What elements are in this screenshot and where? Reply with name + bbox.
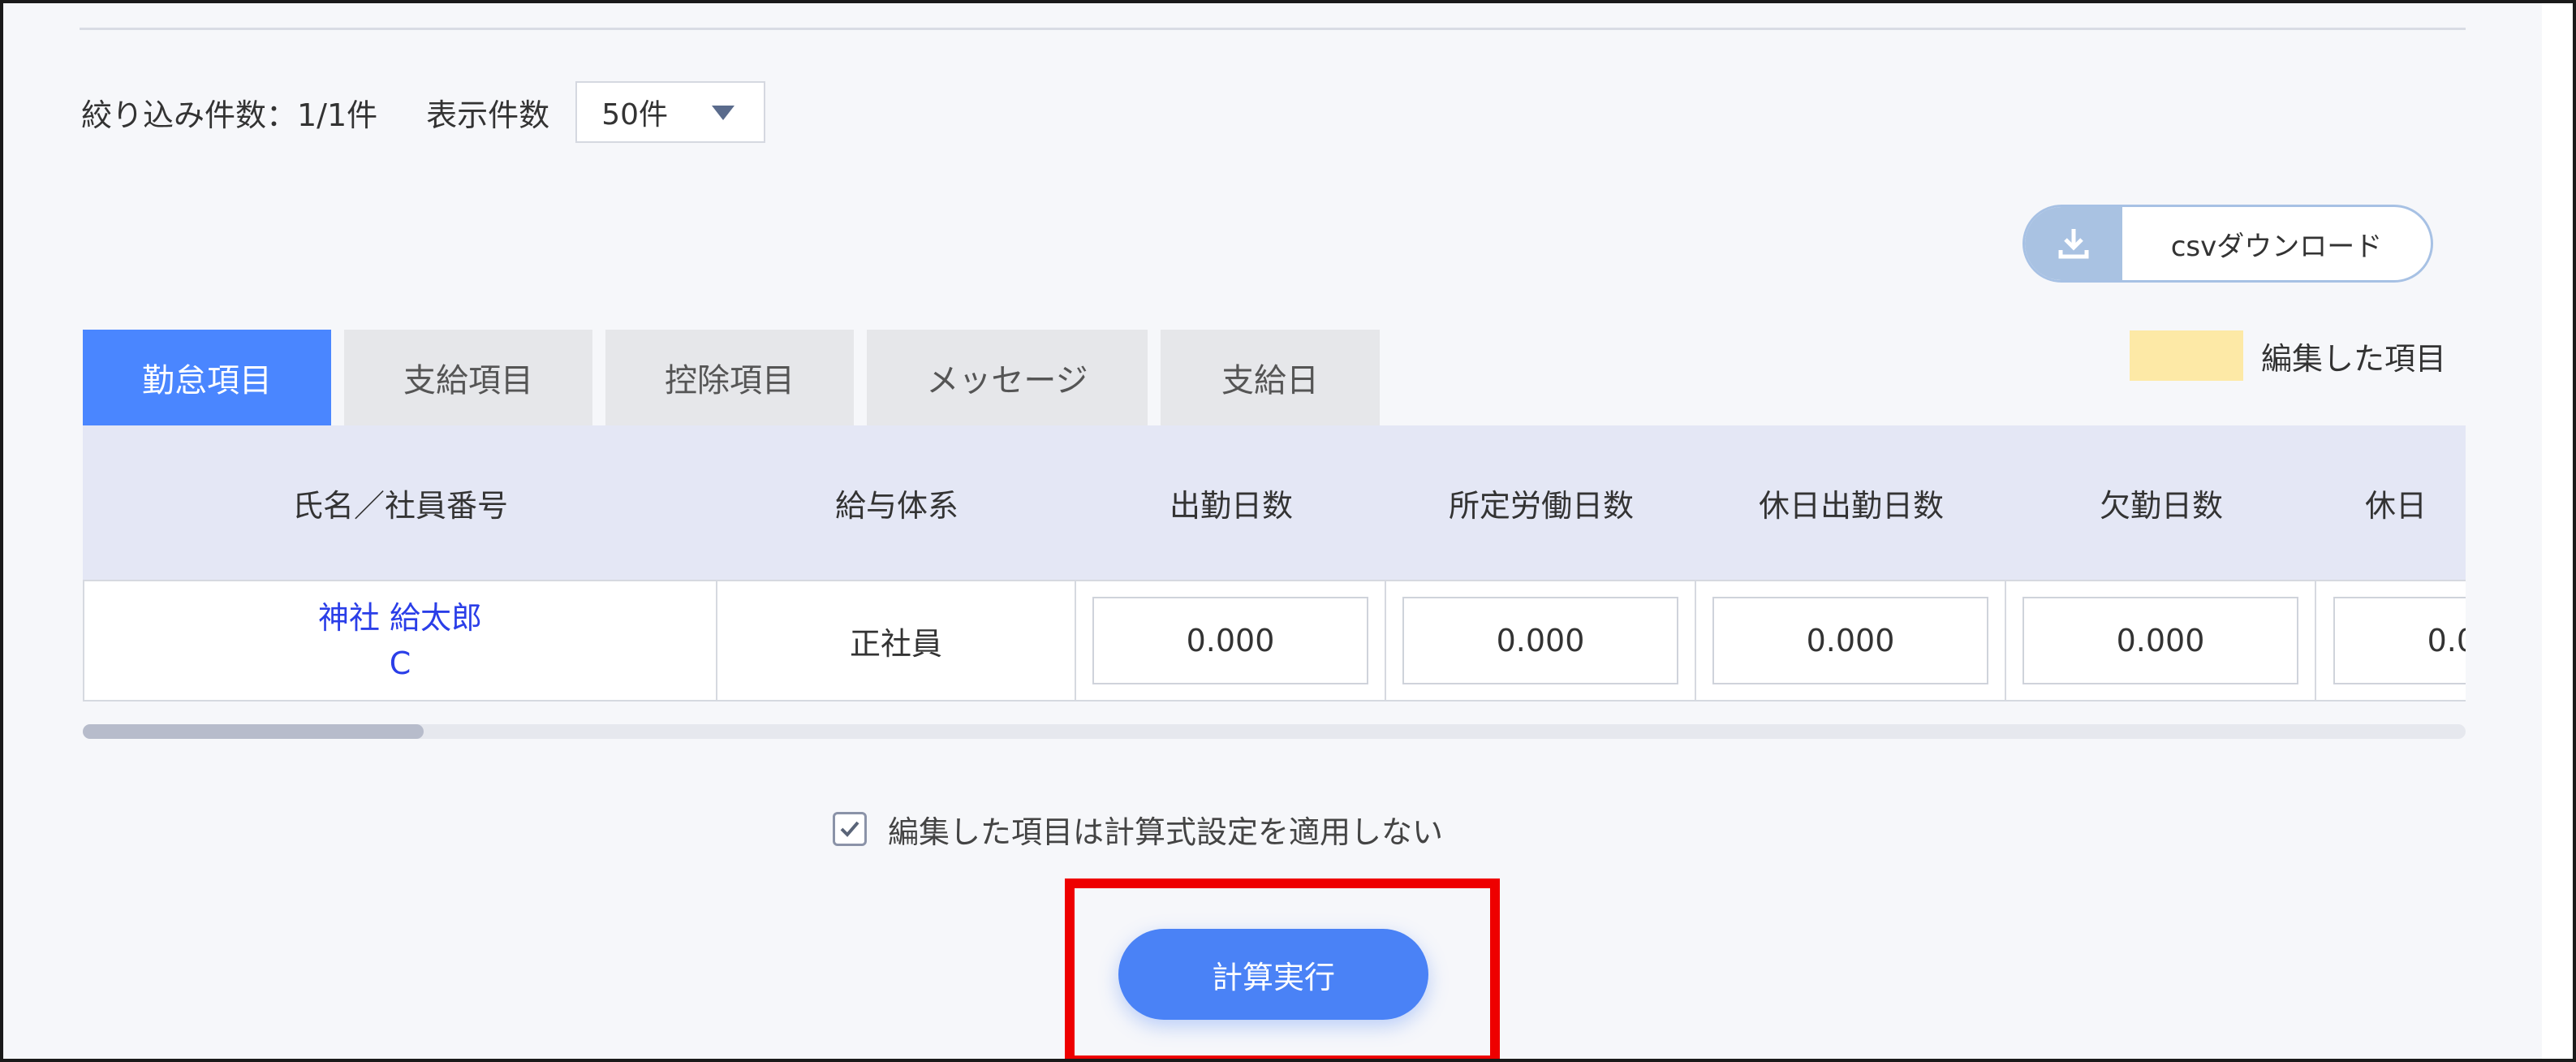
employee-number: C — [389, 645, 411, 681]
header-name: 氏名／社員番号 — [291, 487, 508, 524]
header-work-days: 出勤日数 — [1169, 487, 1293, 524]
filter-row: 絞り込み件数：1/1件 表示件数 50件 — [81, 81, 766, 143]
header-holiday-work-days: 休日出勤日数 — [1758, 487, 1944, 524]
table-header: 氏名／社員番号 給与体系 出勤日数 所定労働日数 休日出勤日数 欠勤日数 休日 — [83, 425, 2466, 580]
horizontal-scrollbar[interactable] — [83, 724, 2466, 739]
header-absence-days: 欠勤日数 — [2099, 487, 2223, 524]
download-icon — [2025, 207, 2122, 280]
holiday-input[interactable]: 0.000 — [2333, 597, 2466, 684]
absence-days-input[interactable]: 0.000 — [2022, 597, 2298, 684]
table-row: 神社 給太郎 C 正社員 0.000 0.000 0.000 0.000 0.0… — [83, 580, 2466, 702]
cell-holiday-work-days: 0.000 — [1696, 581, 2006, 700]
skip-formula-checkbox[interactable] — [833, 812, 867, 846]
cell-name: 神社 給太郎 C — [84, 581, 717, 700]
attendance-table: 氏名／社員番号 給与体系 出勤日数 所定労働日数 休日出勤日数 欠勤日数 休日 … — [83, 425, 2466, 702]
tab-bar: 勤怠項目 支給項目 控除項目 メッセージ 支給日 — [83, 330, 1393, 425]
app-frame: 絞り込み件数：1/1件 表示件数 50件 csvダウンロード 勤怠項目 支給項目… — [0, 0, 2576, 1062]
cell-holiday: 0.000 — [2316, 581, 2466, 700]
header-holiday: 休日 — [2365, 487, 2427, 524]
cell-absence-days: 0.000 — [2006, 581, 2316, 700]
filter-count: 絞り込み件数：1/1件 — [81, 97, 378, 133]
header-scheduled-days: 所定労働日数 — [1448, 487, 1634, 524]
right-margin — [2542, 3, 2573, 1059]
scrollbar-thumb[interactable] — [83, 724, 424, 739]
cell-pay-type: 正社員 — [717, 581, 1076, 700]
per-page-label: 表示件数 — [426, 97, 550, 133]
cell-work-days: 0.000 — [1076, 581, 1386, 700]
tab-deductions[interactable]: 控除項目 — [605, 330, 854, 425]
checkmark-icon — [840, 821, 859, 837]
legend-swatch — [2130, 330, 2243, 381]
skip-formula-label: 編集した項目は計算式設定を適用しない — [888, 814, 1444, 850]
tab-payday[interactable]: 支給日 — [1161, 330, 1380, 425]
per-page-value: 50件 — [601, 98, 668, 132]
tab-message[interactable]: メッセージ — [867, 330, 1148, 425]
scheduled-days-input[interactable]: 0.000 — [1402, 597, 1678, 684]
per-page-select[interactable]: 50件 — [575, 81, 766, 143]
employee-name: 神社 給太郎 — [317, 600, 483, 636]
csv-download-button[interactable]: csvダウンロード — [2022, 205, 2433, 283]
work-days-input[interactable]: 0.000 — [1092, 597, 1368, 684]
edited-legend: 編集した項目 — [2130, 330, 2446, 382]
top-divider — [80, 28, 2466, 30]
tab-payments[interactable]: 支給項目 — [344, 330, 592, 425]
chevron-down-icon — [712, 106, 735, 120]
header-pay-type: 給与体系 — [834, 487, 958, 524]
legend-label: 編集した項目 — [2261, 340, 2447, 377]
cell-scheduled-days: 0.000 — [1386, 581, 1696, 700]
calculate-button[interactable]: 計算実行 — [1118, 929, 1428, 1020]
csv-download-label: csvダウンロード — [2170, 230, 2383, 263]
holiday-work-days-input[interactable]: 0.000 — [1712, 597, 1988, 684]
employee-link[interactable]: 神社 給太郎 C — [318, 595, 482, 686]
apply-formula-option: 編集した項目は計算式設定を適用しない — [833, 809, 1444, 850]
tab-attendance[interactable]: 勤怠項目 — [83, 330, 331, 425]
